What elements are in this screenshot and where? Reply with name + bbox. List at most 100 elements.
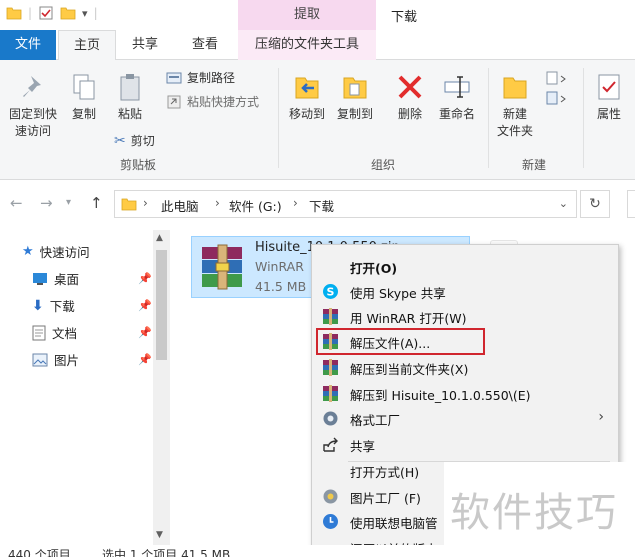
new-folder-icon <box>503 77 527 99</box>
rename-button[interactable]: 重命名 <box>434 72 480 123</box>
scrollbar-thumb[interactable] <box>156 250 167 360</box>
properties-button[interactable]: 属性 <box>589 72 629 123</box>
forward-arrow-icon[interactable]: → <box>40 194 53 212</box>
clipboard-icon <box>120 74 140 101</box>
copy-path-icon <box>166 72 182 83</box>
recent-locations-chevron-icon[interactable]: ▾ <box>66 197 71 208</box>
scroll-down-arrow-icon[interactable]: ▼ <box>156 530 163 540</box>
breadcrumb-chevron-icon[interactable]: › <box>215 196 220 210</box>
menu-item-open[interactable]: 打开(O) <box>312 254 618 279</box>
folder-icon <box>6 7 22 20</box>
share-icon <box>323 437 338 452</box>
menu-item-extract-here[interactable]: 解压到当前文件夹(X) <box>312 355 618 380</box>
pin-icon[interactable]: 📌 <box>138 326 152 339</box>
copy-path-button[interactable]: 复制路径 <box>166 69 235 86</box>
status-item-count: 440 个项目 <box>8 548 71 557</box>
quick-access-toolbar: | ▾ | <box>6 5 98 21</box>
nav-item-downloads[interactable]: ⬇ 下载 <box>32 296 75 315</box>
pin-quick-access-button[interactable]: 固定到快 速访问 <box>2 72 64 140</box>
pin-icon[interactable]: 📌 <box>138 353 152 366</box>
copy-to-button[interactable]: 复制到 <box>332 72 378 123</box>
group-label-clipboard: 剪贴板 <box>119 158 156 172</box>
navigation-pane: ★ 快速访问 桌面 📌 ⬇ 下载 📌 文档 📌 图片 📌 <box>0 228 170 545</box>
download-arrow-icon: ⬇ <box>32 297 44 314</box>
address-dropdown-chevron-icon[interactable]: ⌄ <box>559 197 568 210</box>
delete-button[interactable]: 删除 <box>392 72 428 123</box>
refresh-button[interactable]: ↻ <box>580 190 610 218</box>
skype-icon: S <box>323 284 338 299</box>
file-size: 41.5 MB <box>255 279 307 294</box>
winrar-extract-here-icon <box>323 359 338 376</box>
winrar-icon <box>323 308 338 325</box>
tab-home[interactable]: 主页 <box>58 30 116 61</box>
cut-button[interactable]: ✂ 剪切 <box>114 132 155 149</box>
back-arrow-icon[interactable]: ← <box>10 194 23 212</box>
desktop-icon <box>33 272 47 285</box>
breadcrumb-chevron-icon[interactable]: › <box>293 196 298 210</box>
up-arrow-icon[interactable]: ↑ <box>90 194 103 212</box>
paste-shortcut-icon <box>167 95 181 108</box>
menu-item-open-with-winrar[interactable]: 用 WinRAR 打开(W) <box>312 304 618 329</box>
nav-item-documents[interactable]: 文档 <box>32 323 77 342</box>
scissors-icon: ✂ <box>114 132 126 149</box>
folder-icon <box>121 198 137 211</box>
group-label-organize: 组织 <box>370 158 395 172</box>
window-title: 下载 <box>391 10 418 25</box>
breadcrumb-drive-g[interactable]: 软件 (G:) <box>229 196 282 215</box>
nav-pane-scrollbar[interactable]: ▲ ▼ <box>153 230 170 545</box>
tab-compressed-folder-tools[interactable]: 压缩的文件夹工具 <box>238 30 376 60</box>
ribbon-tabs: 文件 主页 共享 查看 压缩的文件夹工具 <box>0 30 635 61</box>
tab-view[interactable]: 查看 <box>182 30 228 60</box>
copy-button[interactable]: 复制 <box>66 72 102 123</box>
refresh-icon: ↻ <box>589 196 601 212</box>
breadcrumb-this-pc[interactable]: 此电脑 <box>161 196 199 215</box>
search-box[interactable] <box>627 190 635 218</box>
address-bar[interactable]: › 此电脑 › 软件 (G:) › 下载 ⌄ <box>114 190 577 218</box>
menu-item-skype-share[interactable]: S 使用 Skype 共享 <box>312 279 618 304</box>
file-type: WinRAR <box>255 259 304 274</box>
pin-icon[interactable]: 📌 <box>138 299 152 312</box>
format-factory-icon <box>323 411 338 426</box>
breadcrumb-chevron-icon[interactable]: › <box>143 196 148 210</box>
pin-icon <box>23 76 41 97</box>
paste-button[interactable]: 粘贴 <box>110 72 150 123</box>
lenovo-manager-icon <box>323 514 338 529</box>
document-icon <box>32 325 46 340</box>
winrar-extract-to-icon <box>323 385 338 402</box>
watermark-text: 软件技巧 <box>450 490 618 536</box>
submenu-chevron-icon: › <box>598 409 604 425</box>
watermark: 软件技巧 <box>444 462 635 557</box>
pictures-icon <box>32 353 48 366</box>
menu-item-extract-to-folder[interactable]: 解压到 Hisuite_10.1.0.550\(E) <box>312 381 618 406</box>
picture-factory-icon <box>323 489 338 504</box>
title-bar: | ▾ | 提取 下载 <box>0 0 635 30</box>
tab-file[interactable]: 文件 <box>0 30 56 60</box>
nav-item-pictures[interactable]: 图片 <box>32 350 79 369</box>
status-selected: 选中 1 个项目 41.5 MB <box>102 548 231 557</box>
menu-item-format-factory[interactable]: 格式工厂 › <box>312 406 618 431</box>
scroll-up-arrow-icon[interactable]: ▲ <box>156 233 163 243</box>
rename-icon <box>444 76 470 98</box>
properties-checkmark-icon[interactable] <box>38 5 54 21</box>
nav-item-quick-access[interactable]: ★ 快速访问 <box>22 242 90 261</box>
properties-icon <box>598 74 620 100</box>
menu-item-share[interactable]: 共享 <box>312 432 618 457</box>
delete-x-icon <box>398 75 422 99</box>
move-to-button[interactable]: 移动到 <box>284 72 330 123</box>
context-tab-group-extract: 提取 <box>238 0 376 30</box>
paste-shortcut-button[interactable]: 粘贴快捷方式 <box>166 93 259 110</box>
new-folder-icon[interactable] <box>60 5 76 21</box>
nav-item-desktop[interactable]: 桌面 <box>32 269 79 288</box>
copy-to-icon <box>343 77 367 99</box>
tab-share[interactable]: 共享 <box>122 30 168 60</box>
move-to-icon <box>295 77 319 99</box>
svg-text:S: S <box>327 286 335 299</box>
winrar-archive-icon <box>202 244 242 290</box>
new-item-icon[interactable] <box>545 70 571 110</box>
qat-dropdown-icon[interactable]: ▾ <box>82 7 88 20</box>
star-icon: ★ <box>22 244 34 259</box>
breadcrumb-downloads[interactable]: 下载 <box>309 196 334 215</box>
pin-icon[interactable]: 📌 <box>138 272 152 285</box>
group-label-new: 新建 <box>521 158 546 172</box>
new-folder-button[interactable]: 新建 文件夹 <box>492 72 538 140</box>
